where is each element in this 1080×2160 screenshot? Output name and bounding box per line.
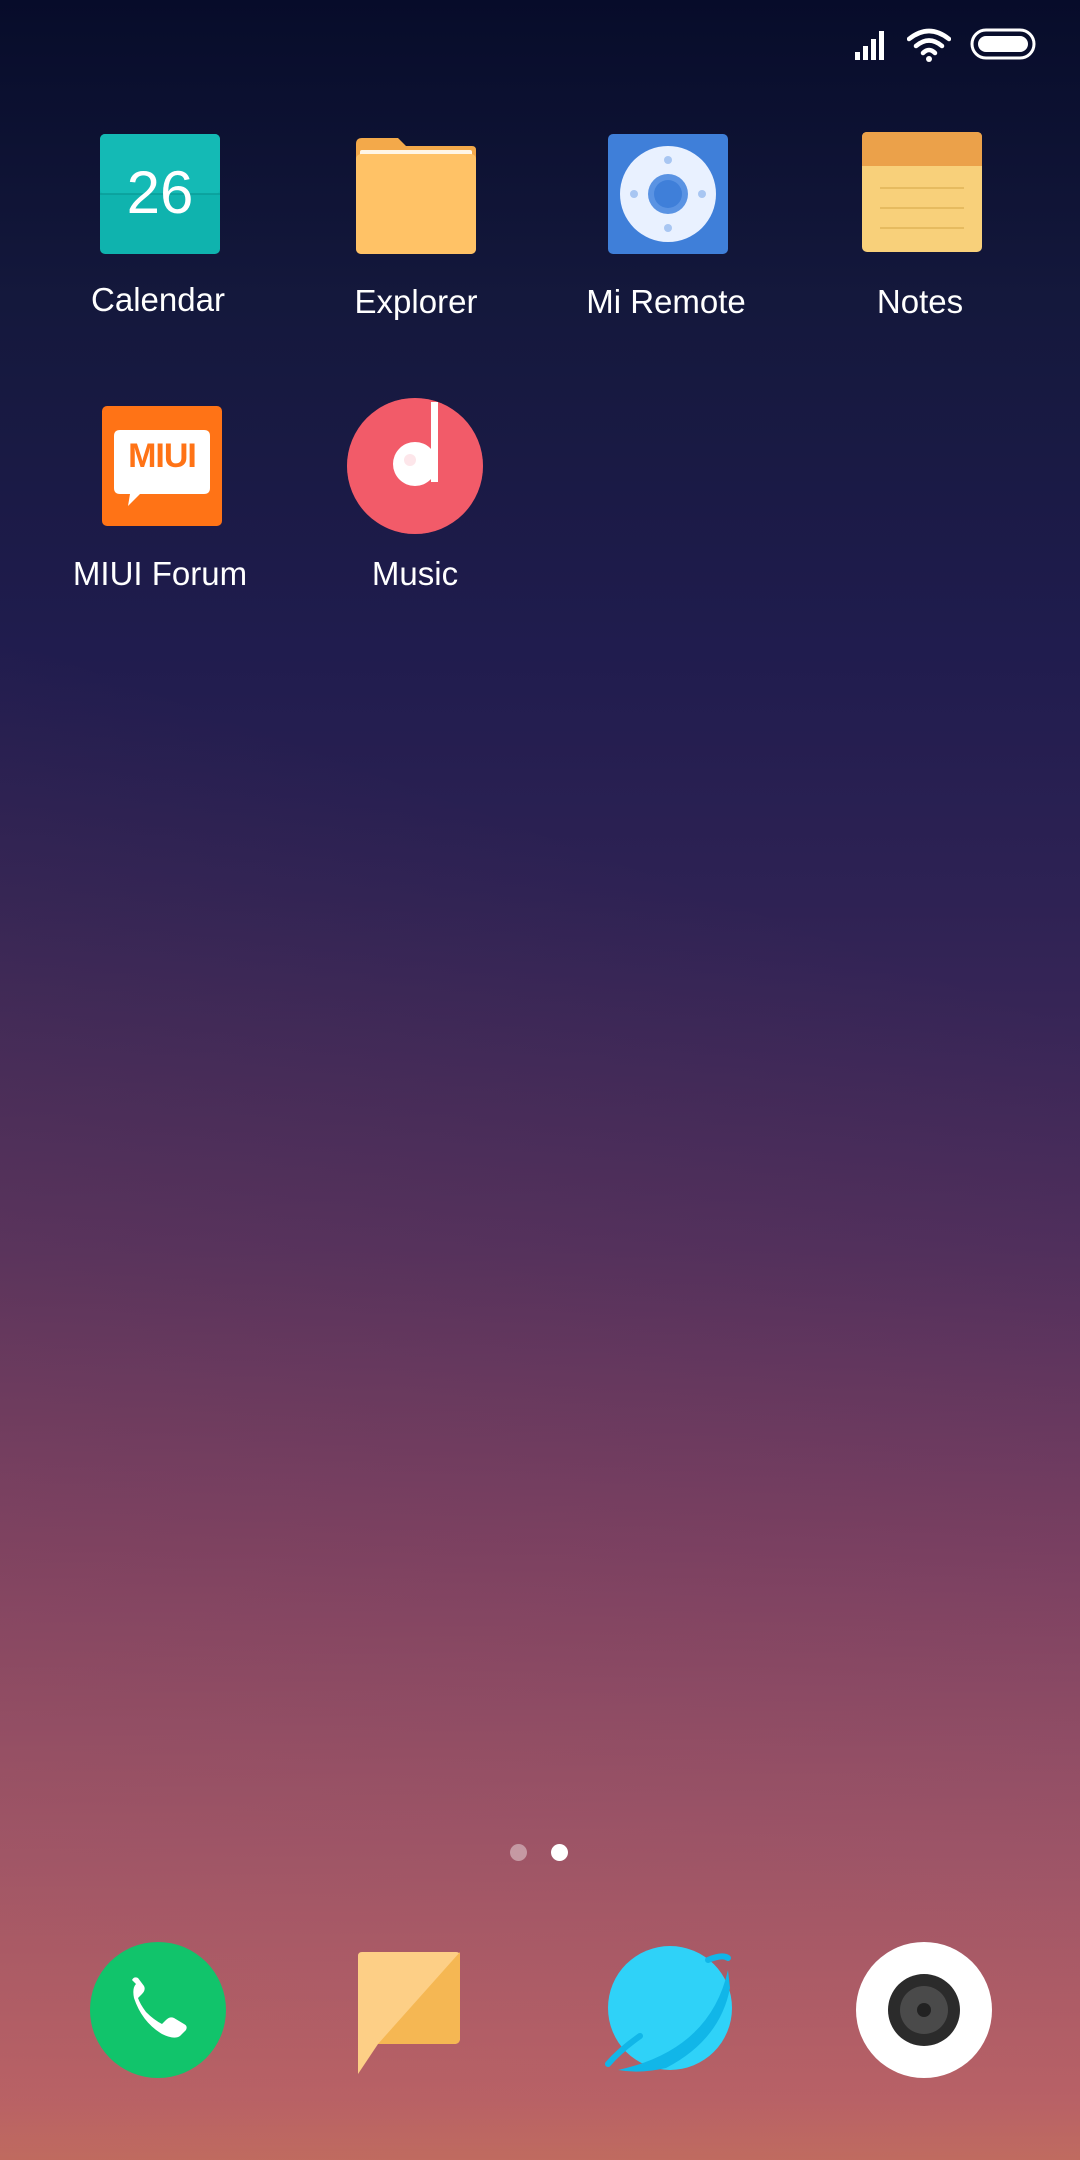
- app-explorer[interactable]: Explorer: [296, 130, 536, 330]
- phone-icon[interactable]: [88, 1940, 228, 2080]
- notes-icon: [862, 132, 982, 252]
- music-icon: [347, 398, 483, 534]
- browser-icon[interactable]: [600, 1940, 740, 2080]
- app-label-music: Music: [371, 555, 459, 592]
- remote-icon: [608, 134, 728, 254]
- app-label-calendar: Calendar: [91, 281, 225, 318]
- app-label-mi-remote: Mi Remote: [586, 283, 746, 320]
- page-dot-2-active[interactable]: [551, 1844, 568, 1861]
- app-miui-forum[interactable]: MIUI MIUI Forum: [40, 404, 280, 604]
- app-label-explorer: Explorer: [354, 283, 478, 320]
- app-music[interactable]: Music: [295, 398, 535, 608]
- page-dot-1[interactable]: [510, 1844, 527, 1861]
- app-calendar[interactable]: 26 Calendar: [38, 130, 278, 330]
- page-indicator: [0, 1844, 1080, 1864]
- miui-forum-badge-text: MIUI: [128, 437, 197, 475]
- app-notes[interactable]: Notes: [800, 130, 1040, 330]
- folder-icon: [356, 138, 476, 254]
- cellular-signal-icon: [855, 31, 884, 60]
- app-label-miui-forum: MIUI Forum: [72, 555, 248, 592]
- battery-icon: [970, 28, 1036, 60]
- calendar-date: 26: [126, 159, 194, 226]
- app-mi-remote[interactable]: Mi Remote: [546, 130, 786, 330]
- status-bar: [0, 0, 1080, 90]
- wifi-icon: [907, 28, 951, 62]
- app-label-notes: Notes: [876, 283, 964, 320]
- camera-icon[interactable]: [854, 1940, 994, 2080]
- messaging-icon[interactable]: [344, 1944, 470, 2080]
